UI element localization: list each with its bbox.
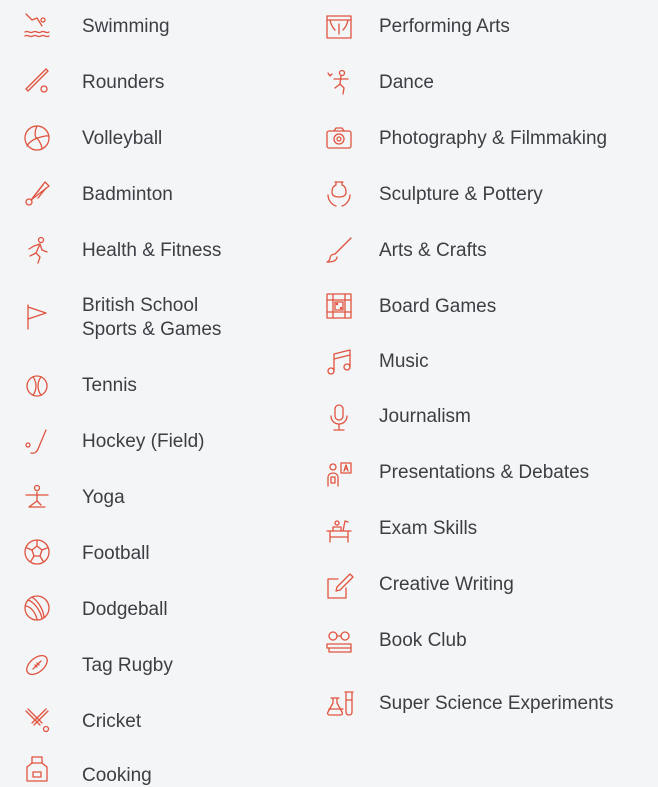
activity-label: Creative Writing	[379, 574, 514, 595]
activity-label: Rounders	[82, 72, 165, 93]
pottery-hands-icon	[324, 179, 354, 209]
flag-icon	[22, 301, 52, 331]
music-note-icon	[324, 347, 354, 377]
activity-label: Yoga	[82, 487, 125, 508]
activity-label: British School	[82, 295, 199, 316]
swimmer-icon	[22, 10, 52, 40]
tennis-ball-icon	[22, 371, 52, 401]
activity-label: Dodgeball	[82, 599, 168, 620]
activity-label: Swimming	[82, 16, 170, 37]
activity-label: Presentations & Debates	[379, 462, 590, 483]
apron-icon	[22, 754, 52, 784]
camera-icon	[324, 123, 354, 153]
science-flask-icon	[324, 688, 354, 718]
dodgeball-icon	[22, 593, 52, 623]
activity-label: Music	[379, 351, 429, 372]
desk-study-icon	[324, 515, 354, 545]
activity-label: Board Games	[379, 296, 497, 317]
activity-label: Tag Rugby	[82, 655, 173, 676]
bat-and-ball-icon	[22, 67, 52, 97]
activity-label: Dance	[379, 72, 434, 93]
activity-label: Cricket	[82, 711, 142, 732]
activity-label: Journalism	[379, 406, 471, 427]
activity-label: Cooking	[82, 765, 152, 786]
presenter-board-icon	[324, 459, 354, 489]
activity-label: Football	[82, 543, 150, 564]
football-icon	[22, 537, 52, 567]
activity-label: Super Science Experiments	[379, 693, 614, 714]
activity-label: Badminton	[82, 184, 173, 205]
pencil-paper-icon	[324, 571, 354, 601]
theatre-stage-icon	[324, 12, 354, 42]
microphone-icon	[324, 403, 354, 433]
rugby-ball-icon	[22, 650, 52, 680]
crossed-bats-icon	[22, 705, 52, 735]
activity-label: Performing Arts	[379, 16, 510, 37]
shuttlecock-icon	[22, 179, 52, 209]
activity-label: Tennis	[82, 375, 137, 396]
activity-label: Volleyball	[82, 128, 163, 149]
activity-label: Health & Fitness	[82, 240, 222, 261]
activity-label: Book Club	[379, 630, 467, 651]
game-board-icon	[324, 291, 354, 321]
activity-label: Exam Skills	[379, 518, 478, 539]
volleyball-icon	[22, 123, 52, 153]
books-glasses-icon	[324, 627, 354, 657]
yoga-pose-icon	[22, 483, 52, 513]
dancer-icon	[324, 67, 354, 97]
activity-label: Photography & Filmmaking	[379, 128, 608, 149]
activity-label: Hockey (Field)	[82, 431, 205, 452]
activity-label: Sculpture & Pottery	[379, 184, 543, 205]
paintbrush-icon	[324, 235, 354, 265]
activity-label-line2: Sports & Games	[82, 319, 222, 340]
activity-label: Arts & Crafts	[379, 240, 487, 261]
runner-icon	[22, 235, 52, 265]
hockey-stick-icon	[22, 427, 52, 457]
